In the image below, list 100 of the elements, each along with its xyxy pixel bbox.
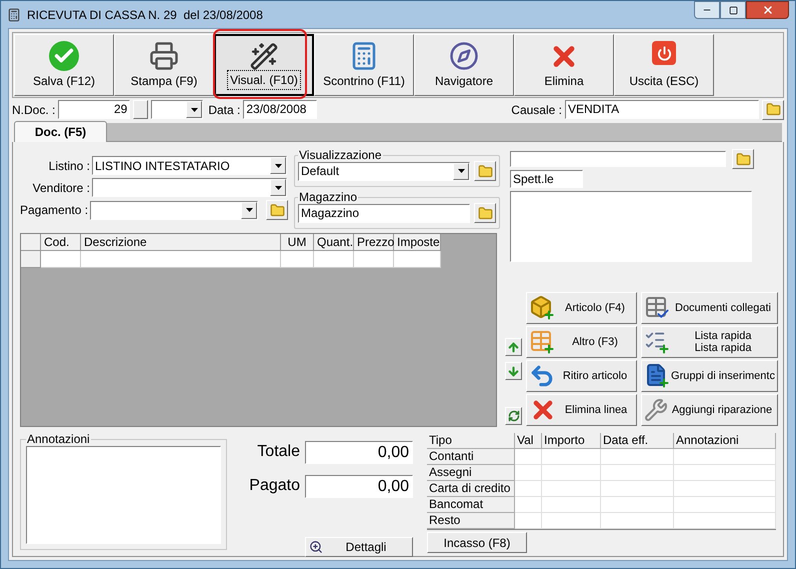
folder-button[interactable] [266, 200, 288, 220]
close-button[interactable] [746, 1, 789, 19]
caret-icon [190, 108, 198, 112]
move-up-button[interactable] [505, 338, 522, 356]
action-button[interactable]: Elimina linea [526, 394, 637, 426]
folder-icon [478, 206, 492, 220]
group-title: Visualizzazione [298, 149, 382, 161]
causale-field[interactable]: VENDITA [565, 100, 759, 119]
app-icon [7, 8, 21, 22]
row-header: Bancomat [427, 497, 515, 513]
box-add-icon [529, 295, 555, 321]
caret-icon [246, 208, 253, 212]
field-label: Listino : [48, 158, 90, 174]
grid-check-icon [644, 295, 670, 321]
minimize-button[interactable] [694, 1, 720, 19]
action-button[interactable]: Documenti collegati [641, 292, 778, 324]
dropdown-button[interactable] [270, 157, 286, 174]
document-number-field[interactable]: 29 [58, 100, 130, 119]
action-button[interactable]: Ritiro articolo [526, 360, 637, 392]
folder-button[interactable] [732, 149, 754, 169]
power-icon [652, 41, 676, 65]
series-dropdown[interactable] [151, 100, 204, 119]
folder-button[interactable] [474, 203, 496, 223]
incasso-button[interactable]: Incasso (F8) [427, 532, 527, 553]
text-field[interactable]: Magazzino [298, 204, 470, 222]
dropdown-field[interactable]: LISTINO INTESTATARIO [92, 156, 287, 175]
toolbar-button[interactable]: Salva (F12) [14, 34, 114, 96]
column-header: Data eff. [601, 433, 674, 449]
table-cell [542, 481, 601, 497]
wrench-icon [644, 398, 668, 422]
move-down-button[interactable] [505, 362, 522, 380]
field-label: Pagamento : [20, 202, 88, 219]
table-cell [354, 251, 394, 268]
small-button[interactable] [133, 100, 148, 119]
group-title: Magazzino [298, 191, 358, 203]
table-cell [394, 251, 441, 268]
total-field: 0,00 [305, 440, 413, 464]
table-cell [515, 513, 542, 529]
table-cell [542, 465, 601, 481]
folder-button[interactable] [474, 161, 496, 181]
folder-icon [736, 152, 750, 166]
folder-icon [766, 102, 780, 117]
details-button[interactable]: Dettagli [305, 537, 413, 557]
toolbar-button[interactable]: Elimina [514, 34, 614, 96]
table-cell [281, 251, 314, 268]
folder-button[interactable] [762, 100, 784, 120]
refresh-button[interactable] [505, 407, 522, 425]
window-title: RICEVUTA DI CASSA N. 29 del 23/08/2008 [27, 6, 264, 24]
caret-icon [274, 164, 282, 168]
tab[interactable]: Doc. (F5) [14, 121, 107, 142]
dropdown-field[interactable] [92, 178, 287, 197]
dropdown-field[interactable]: Default [298, 162, 470, 180]
toolbar-button[interactable]: Uscita (ESC) [614, 34, 714, 96]
table-cell [542, 449, 601, 465]
grid-add-icon [529, 329, 555, 355]
total-label: Pagato [249, 476, 300, 496]
arrow-down-icon [507, 364, 520, 378]
action-button[interactable]: Lista rapida Lista rapida [641, 326, 778, 358]
caret-icon [274, 186, 282, 190]
total-field: 0,00 [305, 474, 413, 498]
folder-icon [478, 164, 492, 178]
action-button[interactable]: Articolo (F4) [526, 292, 637, 324]
undo-arrow-icon [529, 363, 555, 389]
refresh-icon [508, 410, 520, 422]
field-label: Venditore : [32, 180, 90, 196]
table-cell [515, 449, 542, 465]
toolbar-button[interactable]: Scontrino (F11) [314, 34, 414, 96]
salutation-field[interactable]: Spett.le [510, 170, 583, 188]
toolbar-button[interactable]: Stampa (F9) [114, 34, 214, 96]
dropdown-button[interactable] [241, 202, 258, 218]
printer-icon [149, 41, 179, 71]
dropdown-button[interactable] [186, 101, 202, 118]
row-header: Resto [427, 513, 515, 529]
magic-wand-icon [249, 42, 279, 71]
field-label: Causale : [511, 102, 562, 118]
row-header: Carta di credito [427, 481, 515, 497]
arrow-up-icon [507, 340, 520, 354]
table-cell [515, 481, 542, 497]
checkmark-icon [49, 41, 79, 71]
table-cell [515, 497, 542, 513]
maximize-button[interactable] [720, 1, 746, 19]
column-header: Val [515, 433, 542, 449]
field-label: N.Doc. : [12, 102, 56, 118]
table-cell [542, 497, 601, 513]
table-cell [41, 251, 81, 268]
compass-icon [449, 41, 479, 71]
action-button[interactable]: Aggiungi riparazione [641, 394, 778, 426]
button-sublabel: Lista rapida [694, 342, 752, 354]
action-button[interactable]: Altro (F3) [526, 326, 637, 358]
folder-icon [270, 202, 285, 218]
total-label: Totale [257, 442, 300, 462]
text-field[interactable] [510, 151, 726, 167]
dropdown-field[interactable] [90, 200, 258, 220]
dropdown-button[interactable] [270, 179, 286, 196]
action-button[interactable]: Gruppi di inserimentc [641, 360, 778, 392]
group-title: Annotazioni [26, 433, 91, 445]
date-field[interactable]: 23/08/2008 [243, 100, 318, 119]
row-header: Contanti [427, 449, 515, 465]
dropdown-button[interactable] [453, 162, 469, 180]
toolbar-button[interactable]: Navigatore [414, 34, 514, 96]
